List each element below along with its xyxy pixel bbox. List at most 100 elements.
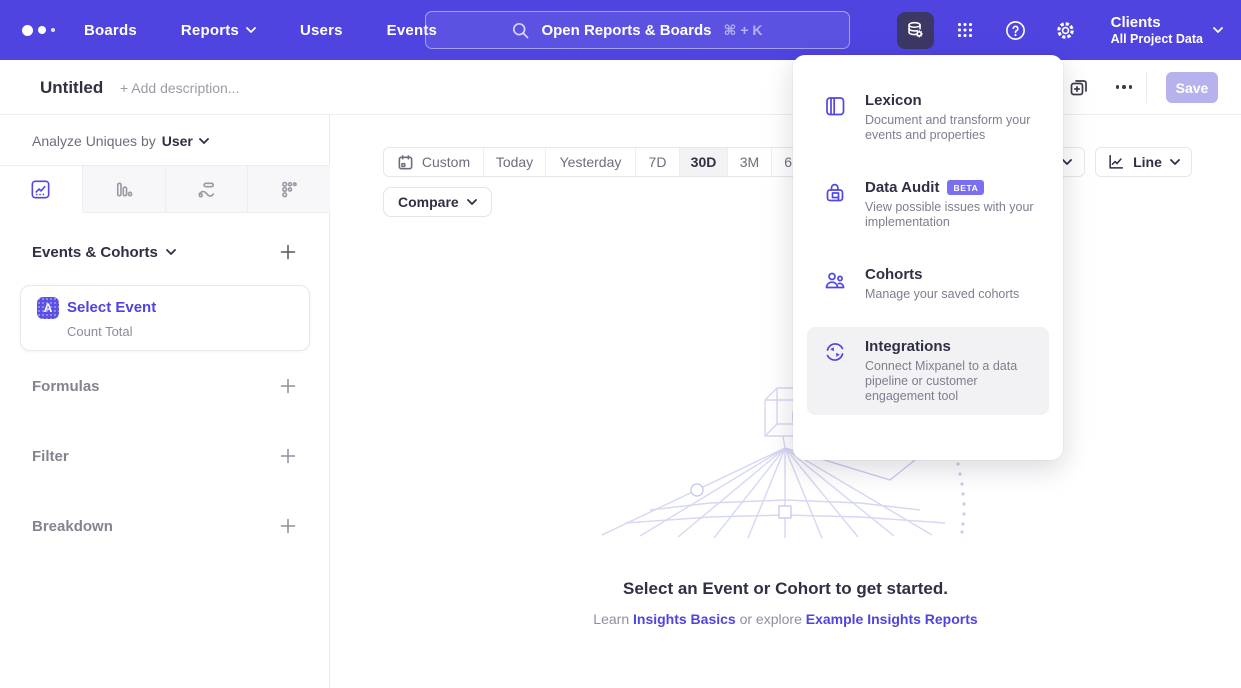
lexicon-title: Lexicon — [865, 92, 922, 109]
menu-item-cohorts[interactable]: Cohorts Manage your saved cohorts — [807, 255, 1049, 313]
top-nav: Boards Reports Users Events Open Reports… — [0, 0, 1241, 60]
select-event-label[interactable]: Select Event — [67, 299, 156, 316]
data-audit-icon — [823, 179, 849, 230]
tab-flows[interactable] — [166, 166, 249, 213]
chevron-down-icon — [1170, 159, 1180, 165]
data-management-menu: Lexicon Document and transform your even… — [793, 55, 1063, 460]
search-label: Open Reports & Boards — [541, 22, 711, 39]
empty-state-title: Select an Event or Cohort to get started… — [330, 579, 1241, 599]
formulas-section: Formulas — [32, 377, 297, 395]
analyze-entity-dropdown[interactable]: User — [162, 133, 209, 149]
analyze-prefix-label: Analyze Uniques by — [32, 133, 156, 149]
project-name: Clients — [1111, 14, 1203, 32]
date-range-control: Custom Today Yesterday 7D 30D 3M 6M — [383, 147, 817, 177]
header-divider — [1146, 72, 1147, 103]
date-range-today[interactable]: Today — [484, 148, 546, 176]
breakdown-header: Breakdown — [32, 518, 113, 535]
chevron-down-icon — [1213, 27, 1223, 33]
example-reports-link[interactable]: Example Insights Reports — [806, 611, 978, 627]
project-selector[interactable]: Clients All Project Data — [1111, 14, 1223, 47]
chevron-down-icon — [467, 199, 477, 205]
chart-type-tabs — [0, 165, 330, 213]
calendar-icon — [397, 154, 414, 171]
data-audit-description: View possible issues with your implement… — [865, 200, 1037, 230]
menu-item-integrations[interactable]: Integrations Connect Mixpanel to a data … — [807, 327, 1049, 415]
data-audit-title: Data Audit — [865, 179, 939, 196]
event-selector-card[interactable]: A Select Event Count Total — [20, 285, 310, 351]
search-shortcut: ⌘ + K — [723, 22, 762, 39]
settings-button[interactable] — [1047, 12, 1084, 49]
more-options-button[interactable] — [1110, 75, 1138, 99]
event-letter-badge: A — [37, 297, 59, 319]
learn-prefix: Learn — [593, 611, 629, 627]
insights-basics-link[interactable]: Insights Basics — [633, 611, 736, 627]
mixpanel-logo-icon[interactable] — [22, 25, 62, 36]
integrations-description: Connect Mixpanel to a data pipeline or c… — [865, 359, 1037, 404]
compare-button[interactable]: Compare — [383, 187, 492, 217]
lexicon-book-icon — [823, 92, 849, 143]
formulas-header: Formulas — [32, 378, 100, 395]
data-management-button[interactable] — [897, 12, 934, 49]
save-button[interactable]: Save — [1166, 72, 1218, 103]
database-gear-icon — [904, 19, 926, 41]
help-icon — [1004, 19, 1027, 42]
query-builder-sidebar: Analyze Uniques by User — [0, 115, 330, 688]
bar-chart-tab-icon — [112, 178, 135, 201]
events-cohorts-section: Events & Cohorts — [32, 243, 297, 261]
breakdown-section: Breakdown — [32, 517, 297, 535]
chart-type-dropdown[interactable]: Line — [1095, 147, 1192, 177]
add-filter-button[interactable] — [279, 447, 297, 465]
chevron-down-icon — [246, 27, 256, 33]
retention-grid-tab-icon — [278, 178, 301, 201]
add-event-button[interactable] — [279, 243, 297, 261]
cohorts-users-icon — [823, 266, 849, 302]
date-range-custom[interactable]: Custom — [384, 148, 484, 176]
date-range-yesterday[interactable]: Yesterday — [546, 148, 636, 176]
nav-menu: Boards Reports Users Events — [84, 22, 437, 39]
help-button[interactable] — [997, 12, 1034, 49]
gear-icon — [1054, 19, 1077, 42]
analyze-row: Analyze Uniques by User — [32, 133, 209, 149]
report-title[interactable]: Untitled — [40, 78, 103, 98]
flows-tab-icon — [195, 178, 218, 201]
apps-grid-button[interactable] — [947, 12, 984, 49]
line-chart-tab-icon — [29, 178, 52, 201]
tab-insights-line[interactable] — [0, 166, 83, 213]
duplicate-report-button[interactable] — [1067, 75, 1091, 99]
beta-badge: BETA — [947, 180, 984, 195]
or-explore-text: or explore — [740, 611, 802, 627]
date-range-7d[interactable]: 7D — [636, 148, 680, 176]
tab-bar-chart[interactable] — [83, 166, 166, 213]
add-description-field[interactable]: + Add description... — [120, 80, 239, 96]
filter-section: Filter — [32, 447, 297, 465]
integrations-sync-icon — [823, 338, 849, 404]
cohorts-title: Cohorts — [865, 266, 923, 283]
add-formula-button[interactable] — [279, 377, 297, 395]
nav-item-reports[interactable]: Reports — [181, 22, 256, 39]
grid-dots-icon — [954, 19, 976, 41]
app-window: Boards Reports Users Events Open Reports… — [0, 0, 1241, 688]
nav-item-users[interactable]: Users — [300, 22, 343, 39]
events-cohorts-header[interactable]: Events & Cohorts — [32, 244, 176, 261]
duplicate-plus-icon — [1067, 75, 1091, 99]
date-range-30d-selected[interactable]: 30D — [680, 148, 728, 176]
chevron-down-icon — [199, 138, 209, 144]
nav-item-boards[interactable]: Boards — [84, 22, 137, 39]
tab-retention-grid[interactable] — [248, 166, 330, 213]
global-search-button[interactable]: Open Reports & Boards ⌘ + K — [425, 11, 850, 49]
date-range-3m[interactable]: 3M — [728, 148, 772, 176]
search-icon — [512, 22, 529, 39]
lexicon-description: Document and transform your events and p… — [865, 113, 1037, 143]
filter-header: Filter — [32, 448, 69, 465]
empty-state-links: Learn Insights Basics or explore Example… — [330, 611, 1241, 627]
project-scope: All Project Data — [1111, 32, 1203, 47]
chevron-down-icon — [1062, 159, 1072, 165]
nav-right-controls: Clients All Project Data — [897, 0, 1223, 60]
cohorts-description: Manage your saved cohorts — [865, 287, 1019, 302]
chevron-down-icon — [166, 249, 176, 255]
menu-item-data-audit[interactable]: Data Audit BETA View possible issues wit… — [807, 168, 1049, 241]
add-breakdown-button[interactable] — [279, 517, 297, 535]
report-canvas: Custom Today Yesterday 7D 30D 3M 6M Line… — [330, 115, 1241, 688]
menu-item-lexicon[interactable]: Lexicon Document and transform your even… — [807, 81, 1049, 154]
count-type-label[interactable]: Count Total — [67, 324, 133, 339]
